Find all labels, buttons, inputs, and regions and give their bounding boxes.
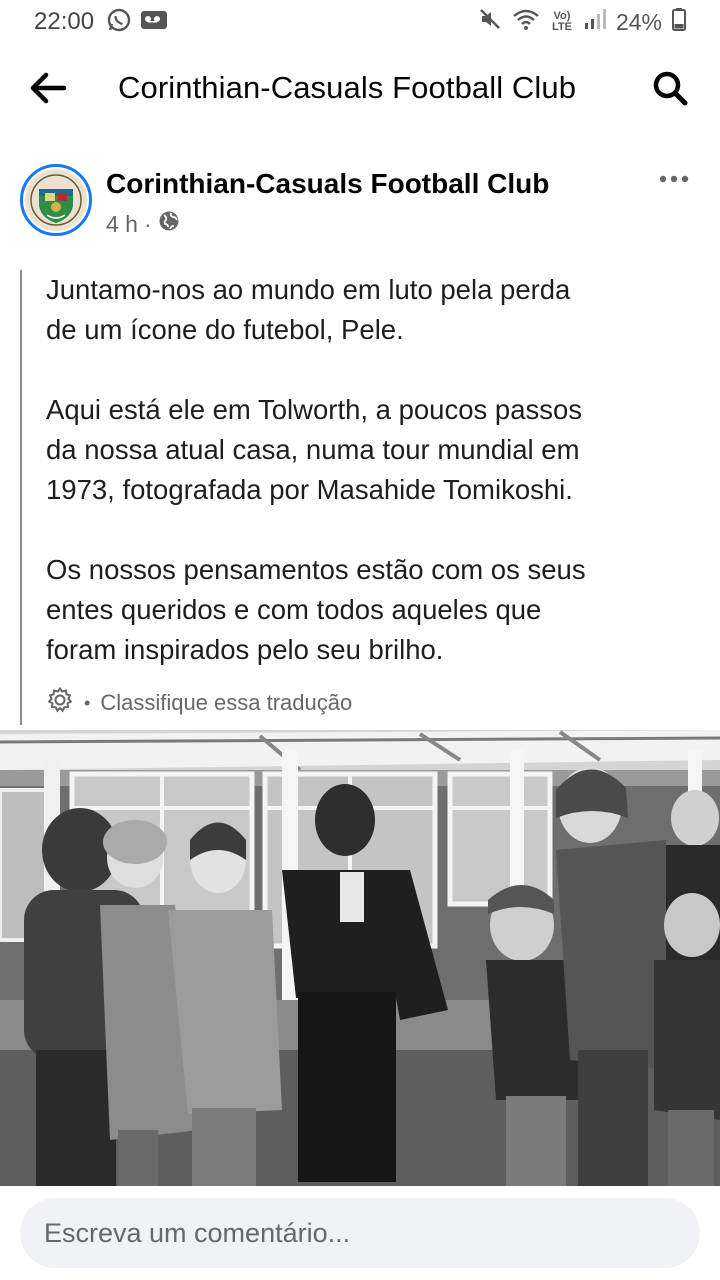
more-dots-icon <box>658 171 690 189</box>
search-icon <box>651 69 689 112</box>
mute-icon <box>478 7 502 37</box>
page-title: Corinthian-Casuals Football Club <box>118 70 577 105</box>
signal-icon <box>584 7 606 37</box>
gear-icon[interactable] <box>46 686 74 720</box>
status-time: 22:00 <box>34 8 95 35</box>
page-name-link[interactable]: Corinthian-Casuals Football Club <box>106 168 549 200</box>
whatsapp-icon <box>106 7 132 38</box>
back-button[interactable] <box>26 68 70 112</box>
more-options-button[interactable] <box>654 166 694 194</box>
club-crest-image <box>25 169 87 231</box>
post-timestamp[interactable]: 4 h <box>106 211 138 238</box>
battery-percent: 24% <box>615 8 662 35</box>
rate-separator: • <box>84 692 91 713</box>
battery-icon <box>672 7 686 37</box>
post-text: Juntamo-nos ao mundo em luto pela perda … <box>46 274 586 665</box>
volte-icon: Vo) LTE <box>551 10 572 33</box>
voicemail-icon <box>140 8 168 37</box>
comment-input[interactable] <box>20 1198 700 1268</box>
avatar[interactable] <box>20 164 92 236</box>
photo-illustration <box>0 730 720 1186</box>
arrow-left-icon <box>28 68 68 113</box>
globe-icon <box>158 210 180 238</box>
status-bar: 22:00 Vo) LTE 24% <box>0 0 720 44</box>
rate-translation-row: • Classifique essa tradução <box>46 686 352 720</box>
post-header: Corinthian-Casuals Football Club 4 h · <box>0 150 720 250</box>
post-meta: 4 h · <box>106 210 180 238</box>
comment-bar <box>0 1186 720 1280</box>
search-button[interactable] <box>648 68 692 112</box>
wifi-icon <box>512 7 540 37</box>
post-body: Juntamo-nos ao mundo em luto pela perda … <box>20 270 700 725</box>
meta-separator: · <box>143 210 152 237</box>
app-header: Corinthian-Casuals Football Club <box>0 52 720 126</box>
post-photo[interactable] <box>0 730 720 1186</box>
rate-translation-link[interactable]: Classifique essa tradução <box>100 690 352 716</box>
